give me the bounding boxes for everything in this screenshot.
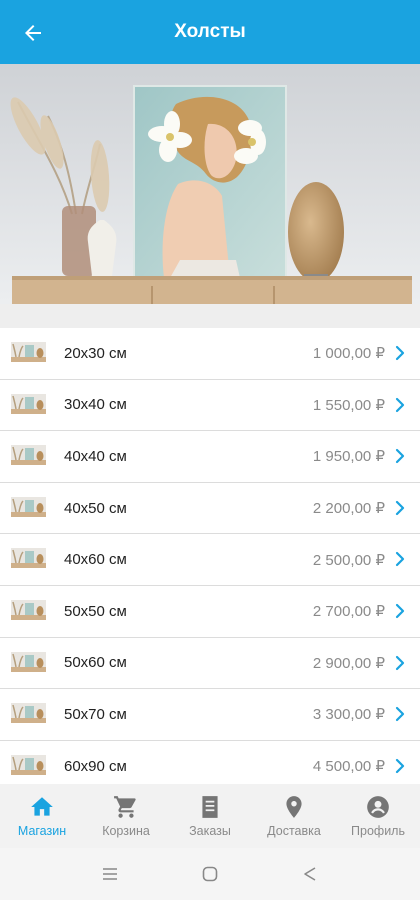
home-button[interactable] bbox=[199, 863, 221, 885]
chevron-right-icon bbox=[394, 654, 406, 672]
product-size: 30x40 см bbox=[64, 396, 127, 414]
product-list: 20x30 см 1 000,00 ₽ 30x40 см 1 550,00 ₽ 40x4… bbox=[0, 328, 420, 784]
bottom-navigation: Магазин Корзина Заказы Доставка Профиль bbox=[0, 784, 420, 848]
chevron-right-icon bbox=[394, 499, 406, 517]
product-size: 40x60 см bbox=[64, 551, 127, 569]
recents-button[interactable] bbox=[99, 863, 121, 885]
section-separator bbox=[0, 304, 420, 328]
hero-image bbox=[0, 64, 420, 304]
chevron-right-icon bbox=[394, 757, 406, 775]
product-thumbnail bbox=[11, 703, 46, 724]
product-price: 4 500,00 ₽ bbox=[312, 758, 385, 776]
home-icon bbox=[31, 797, 53, 816]
product-row[interactable]: 60x90 см 4 500,00 ₽ bbox=[0, 741, 420, 784]
product-row[interactable]: 50x50 см 2 700,00 ₽ bbox=[0, 586, 420, 638]
nav-item-profile[interactable]: Профиль bbox=[336, 784, 420, 848]
nav-label-profile: Профиль bbox=[351, 824, 405, 838]
orders-icon bbox=[202, 796, 218, 818]
product-size: 60x90 см bbox=[64, 757, 127, 775]
system-nav-bar bbox=[0, 848, 420, 900]
product-thumbnail bbox=[11, 548, 46, 569]
nav-label-orders: Заказы bbox=[189, 824, 231, 838]
product-size: 20x30 см bbox=[64, 344, 127, 362]
product-size: 50x60 см bbox=[64, 654, 127, 672]
menu-lines-icon bbox=[103, 868, 117, 880]
product-price: 2 500,00 ₽ bbox=[312, 551, 385, 569]
system-back-button[interactable] bbox=[299, 863, 321, 885]
app-bar: Холсты bbox=[0, 0, 420, 64]
product-size: 50x50 см bbox=[64, 602, 127, 620]
chevron-right-icon bbox=[394, 602, 406, 620]
back-triangle-icon bbox=[304, 867, 316, 881]
nav-label-cart: Корзина bbox=[102, 824, 150, 838]
home-square-icon bbox=[202, 866, 218, 882]
chevron-right-icon bbox=[394, 705, 406, 723]
product-size: 40x50 см bbox=[64, 499, 127, 517]
chevron-right-icon bbox=[394, 447, 406, 465]
chevron-right-icon bbox=[394, 550, 406, 568]
hero-banner bbox=[0, 64, 420, 304]
nav-item-orders[interactable]: Заказы bbox=[168, 784, 252, 848]
profile-icon bbox=[367, 796, 389, 818]
product-row[interactable]: 40x50 см 2 200,00 ₽ bbox=[0, 483, 420, 535]
product-price: 1 000,00 ₽ bbox=[312, 345, 385, 363]
product-size: 50x70 см bbox=[64, 705, 127, 723]
product-row[interactable]: 40x60 см 2 500,00 ₽ bbox=[0, 534, 420, 586]
back-button[interactable] bbox=[16, 16, 50, 50]
nav-item-shop[interactable]: Магазин bbox=[0, 784, 84, 848]
product-thumbnail bbox=[11, 342, 46, 362]
chevron-right-icon bbox=[394, 344, 406, 362]
product-price: 1 550,00 ₽ bbox=[312, 396, 385, 414]
nav-item-cart[interactable]: Корзина bbox=[84, 784, 168, 848]
product-thumbnail bbox=[11, 393, 46, 414]
product-size: 40x40 см bbox=[64, 447, 127, 465]
product-thumbnail bbox=[11, 754, 46, 775]
nav-label-shop: Магазин bbox=[17, 824, 67, 838]
nav-item-delivery[interactable]: Доставка bbox=[252, 784, 336, 848]
product-thumbnail bbox=[11, 599, 46, 620]
product-thumbnail bbox=[11, 496, 46, 517]
product-thumbnail bbox=[11, 445, 46, 466]
product-row[interactable]: 40x40 см 1 950,00 ₽ bbox=[0, 431, 420, 483]
nav-label-delivery: Доставка bbox=[267, 824, 321, 838]
product-row[interactable]: 50x70 см 3 300,00 ₽ bbox=[0, 689, 420, 741]
page-title: Холсты bbox=[174, 21, 246, 42]
cart-icon bbox=[114, 796, 136, 818]
product-price: 1 950,00 ₽ bbox=[312, 448, 385, 466]
chevron-right-icon bbox=[394, 396, 406, 414]
product-row[interactable]: 30x40 см 1 550,00 ₽ bbox=[0, 380, 420, 432]
product-row[interactable]: 50x60 см 2 900,00 ₽ bbox=[0, 638, 420, 690]
product-price: 2 700,00 ₽ bbox=[312, 603, 385, 621]
arrow-left-icon bbox=[25, 25, 41, 41]
location-pin-icon bbox=[286, 796, 302, 818]
product-row[interactable]: 20x30 см 1 000,00 ₽ bbox=[0, 328, 420, 380]
product-price: 2 900,00 ₽ bbox=[312, 654, 385, 672]
product-price: 2 200,00 ₽ bbox=[312, 500, 385, 518]
product-price: 3 300,00 ₽ bbox=[312, 706, 385, 724]
product-thumbnail bbox=[11, 651, 46, 672]
